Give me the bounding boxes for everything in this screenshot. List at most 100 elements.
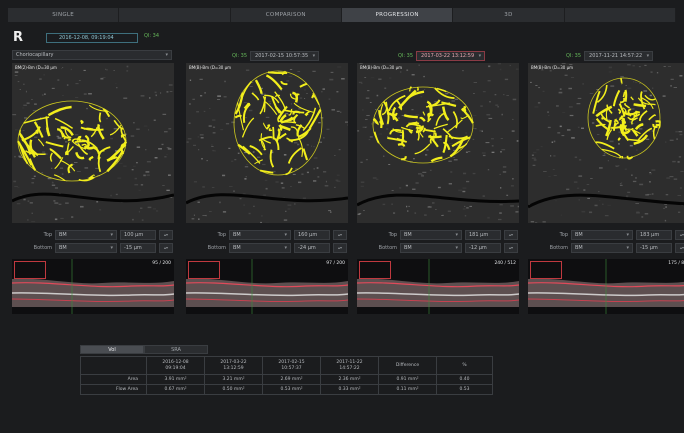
bottom-offset-stepper[interactable]: ▴▾ <box>159 243 173 253</box>
layer-dropdown[interactable]: Choriocapillary ▾ <box>12 50 172 60</box>
bottom-layer-dropdown[interactable]: BM ▾ <box>400 243 462 253</box>
segmentation-bottom-row: Bottom BM ▾ -24 µm ▴▾ <box>186 243 348 253</box>
bscan-image[interactable]: 97 / 200 <box>186 259 348 314</box>
tab-sra[interactable]: SRA <box>144 345 208 354</box>
bottom-offset-field[interactable]: -15 µm <box>636 243 672 253</box>
octa-enface-image[interactable]: BM(B)-Bm (D=30 µm <box>357 63 519 223</box>
base-scan-date[interactable]: 2016-12-08, 09:19:04 <box>46 33 138 43</box>
top-offset-stepper[interactable]: ▴▾ <box>333 230 347 240</box>
bottom-offset-value: -12 µm <box>469 245 487 251</box>
segmentation-top-row: Top BM ▾ 160 µm ▴▾ <box>186 230 348 240</box>
chevron-down-icon: ▾ <box>165 52 168 58</box>
table-cell: 0.53 mm² <box>262 384 321 395</box>
octa-enface-image[interactable]: BM(B)-Bm (D=30 µm <box>186 63 348 223</box>
tab-comparison[interactable]: COMPARISON <box>231 8 342 22</box>
table-header-cell: 2017-02-15 10:57:37 <box>262 356 321 375</box>
scan-date-dropdown[interactable]: 2017-11-21 14:57:22 ▾ <box>584 51 654 61</box>
segmentation-bottom-row: Bottom BM ▾ -15 µm ▴▾ <box>12 243 174 253</box>
table-cell: 0.91 mm² <box>378 374 437 385</box>
table-row: Flow Area 0.67 mm² 0.50 mm² 0.53 mm² 0.3… <box>80 384 493 395</box>
scan-date-value: 2017-02-15 10:57:35 <box>255 53 309 59</box>
table-cell: 3.91 mm² <box>146 374 205 385</box>
table-cell: 0.53 <box>436 384 493 395</box>
chevron-down-icon: ▾ <box>110 245 113 251</box>
table-cell: 2.36 mm² <box>320 374 379 385</box>
bottom-layer-dropdown[interactable]: BM ▾ <box>571 243 633 253</box>
bottom-layer-value: BM <box>233 245 241 251</box>
top-offset-field[interactable]: 183 µm <box>636 230 672 240</box>
table-header-row: 2016-12-08 09:19:04 2017-03-22 13:12:59 … <box>80 356 493 375</box>
table-header-cell: 2017-03-22 13:12:59 <box>204 356 263 375</box>
table-header-cell: 2017-11-22 14:57:22 <box>320 356 379 375</box>
bottom-offset-stepper[interactable]: ▴▾ <box>333 243 347 253</box>
table-cell: 0.50 mm² <box>204 384 263 395</box>
chevron-down-icon: ▾ <box>626 245 629 251</box>
qi-label: QI: 35 <box>566 53 582 59</box>
top-offset-value: 183 µm <box>640 232 660 238</box>
octa-enface-image[interactable]: BM(2)-Bm (D=30 µm <box>12 63 174 223</box>
bottom-offset-stepper[interactable]: ▴▾ <box>675 243 684 253</box>
top-layer-value: BM <box>233 232 241 238</box>
octa-angiogram <box>357 63 519 223</box>
top-offset-stepper[interactable]: ▴▾ <box>159 230 173 240</box>
chevron-down-icon: ▾ <box>312 53 316 59</box>
chevron-down-icon: ▾ <box>455 245 458 251</box>
top-offset-field[interactable]: 181 µm <box>465 230 501 240</box>
tab-progression[interactable]: PROGRESSION <box>341 8 454 22</box>
segmentation-top-row: Top BM ▾ 100 µm ▴▾ <box>12 230 174 240</box>
top-layer-dropdown[interactable]: BM ▾ <box>400 230 462 240</box>
scan-date-dropdown[interactable]: 2017-02-15 10:57:35 ▾ <box>250 51 320 61</box>
segmentation-top-row: Top BM ▾ 183 µm ▴▾ <box>528 230 684 240</box>
chevron-down-icon: ▾ <box>478 53 482 59</box>
segmentation-bottom-row: Bottom BM ▾ -12 µm ▴▾ <box>357 243 519 253</box>
octa-angiogram <box>12 63 174 223</box>
bottom-layer-dropdown[interactable]: BM ▾ <box>229 243 291 253</box>
scan-date-dropdown[interactable]: 2017-03-22 13:12:59 ▾ <box>416 51 486 61</box>
row-label: Area <box>80 374 147 385</box>
bscan-image[interactable]: 175 / 80 <box>528 259 684 314</box>
top-offset-field[interactable]: 100 µm <box>120 230 156 240</box>
mode-tab-bar: SINGLE COMPARISON PROGRESSION 3D <box>8 8 676 22</box>
top-layer-dropdown[interactable]: BM ▾ <box>229 230 291 240</box>
chevron-down-icon: ▾ <box>646 53 650 59</box>
top-offset-field[interactable]: 160 µm <box>294 230 330 240</box>
bottom-offset-field[interactable]: -24 µm <box>294 243 330 253</box>
top-offset-value: 100 µm <box>124 232 144 238</box>
bottom-layer-value: BM <box>575 245 583 251</box>
bscan-image[interactable]: 240 / 512 <box>357 259 519 314</box>
table-cell: 0.11 mm² <box>378 384 437 395</box>
scan-date-value: 2017-03-22 13:12:59 <box>421 53 475 59</box>
table-header-cell: 2016-12-08 09:19:04 <box>146 356 205 375</box>
panel-2-date-selector: QI: 35 2017-02-15 10:57:35 ▾ <box>232 51 320 61</box>
bottom-layer-value: BM <box>404 245 412 251</box>
bottom-offset-field[interactable]: -15 µm <box>120 243 156 253</box>
table-cell: 0.33 mm² <box>320 384 379 395</box>
scan-date-value: 2017-11-21 14:57:22 <box>589 53 643 59</box>
top-layer-dropdown[interactable]: BM ▾ <box>571 230 633 240</box>
top-offset-value: 181 µm <box>469 232 489 238</box>
top-layer-value: BM <box>575 232 583 238</box>
bscan-frame-counter: 240 / 512 <box>494 261 516 266</box>
bottom-layer-value: BM <box>59 245 67 251</box>
tab-single[interactable]: SINGLE <box>8 8 120 22</box>
bscan-thumbnail-frame <box>188 261 220 279</box>
table-header-cell <box>80 356 147 375</box>
table-cell: 0.67 mm² <box>146 384 205 395</box>
bottom-offset-stepper[interactable]: ▴▾ <box>504 243 518 253</box>
progression-table: 2016-12-08 09:19:04 2017-03-22 13:12:59 … <box>80 356 493 395</box>
bottom-layer-dropdown[interactable]: BM ▾ <box>55 243 117 253</box>
top-offset-stepper[interactable]: ▴▾ <box>504 230 518 240</box>
bscan-image[interactable]: 95 / 200 <box>12 259 174 314</box>
bottom-offset-field[interactable]: -12 µm <box>465 243 501 253</box>
octa-angiogram <box>528 63 684 223</box>
top-layer-value: BM <box>59 232 67 238</box>
tab-vol[interactable]: Vol <box>80 345 144 354</box>
top-layer-dropdown[interactable]: BM ▾ <box>55 230 117 240</box>
slab-label: BM(B)-Bm (D=30 µm <box>531 65 574 70</box>
table-cell: 2.69 mm² <box>262 374 321 385</box>
top-offset-stepper[interactable]: ▴▾ <box>675 230 684 240</box>
bottom-offset-value: -15 µm <box>124 245 142 251</box>
tab-3d[interactable]: 3D <box>453 8 565 22</box>
chevron-down-icon: ▾ <box>284 232 287 238</box>
octa-enface-image[interactable]: BM(B)-Bm (D=30 µm <box>528 63 684 223</box>
